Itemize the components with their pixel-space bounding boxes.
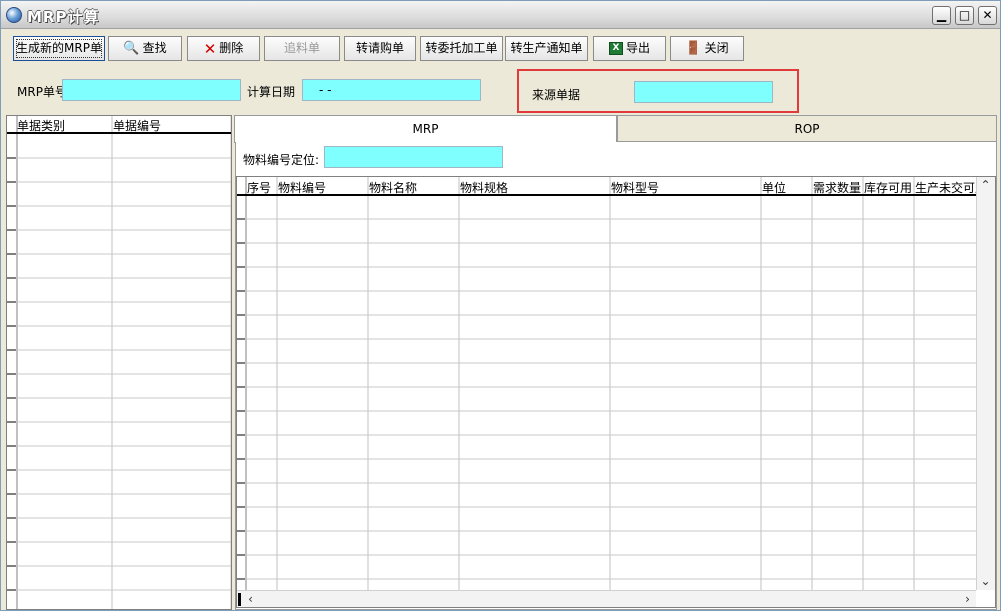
tab-rop[interactable]: ROP — [617, 115, 997, 142]
delete-label: 删除 — [219, 41, 244, 55]
vertical-scrollbar[interactable]: ⌃ ⌄ — [976, 177, 995, 590]
source-doc-field[interactable] — [634, 81, 773, 103]
to-outsourcing-order-button[interactable]: 转委托加工单 — [420, 36, 503, 61]
mrp-window: MRP计算 ▁ □ ✕ 生成新的MRP单 🔍 查找 ✕ 删除 追料单 转请购单 转委… — [0, 0, 1001, 611]
to-purchase-request-label: 转请购单 — [355, 41, 404, 55]
search-label: 查找 — [142, 41, 167, 55]
material-grid-lines — [237, 177, 995, 607]
calc-date-field[interactable]: - - — [302, 79, 481, 101]
export-label: 导出 — [625, 41, 650, 55]
column-header-doc-type[interactable]: 单据类别 — [17, 117, 65, 134]
column-header-stock-available[interactable]: 库存可用 — [864, 179, 912, 196]
close-label: 关闭 — [704, 41, 729, 55]
to-production-notice-label: 转生产通知单 — [510, 41, 583, 55]
horizontal-scrollbar[interactable]: ‹ › — [237, 590, 976, 607]
to-production-notice-button[interactable]: 转生产通知单 — [505, 36, 588, 61]
search-button[interactable]: 🔍 查找 — [108, 36, 182, 61]
column-header-production-pending[interactable]: 生产未交可用 — [915, 179, 977, 196]
scroll-down-icon[interactable]: ⌄ — [977, 573, 994, 590]
mrp-no-label: MRP单号 — [17, 85, 67, 99]
scroll-right-icon[interactable]: › — [959, 591, 976, 608]
close-window-button[interactable]: ✕ — [978, 6, 997, 25]
column-header-demand-qty[interactable]: 需求数量 — [813, 179, 861, 196]
to-outsourcing-order-label: 转委托加工单 — [425, 41, 498, 55]
app-globe-icon — [6, 7, 22, 23]
search-icon: 🔍 — [123, 40, 140, 56]
generate-mrp-label: 生成新的MRP单 — [16, 41, 102, 55]
mrp-no-field[interactable] — [62, 79, 241, 101]
maximize-button[interactable]: □ — [955, 6, 974, 25]
minimize-button[interactable]: ▁ — [932, 6, 951, 25]
generate-mrp-button[interactable]: 生成新的MRP单 — [13, 36, 105, 61]
tab-mrp[interactable]: MRP — [234, 115, 617, 143]
delete-icon: ✕ — [203, 39, 217, 58]
supplement-order-label: 追料单 — [283, 41, 320, 55]
horizontal-scroll-thumb[interactable] — [238, 593, 241, 606]
scroll-up-icon[interactable]: ⌃ — [977, 177, 994, 194]
document-grid-lines — [7, 116, 231, 609]
locate-label: 物料编号定位: — [243, 153, 320, 167]
delete-button[interactable]: ✕ 删除 — [187, 36, 260, 61]
column-header-material-spec[interactable]: 物料规格 — [460, 179, 508, 196]
window-title: MRP计算 — [27, 8, 100, 26]
title-bar[interactable]: MRP计算 ▁ □ ✕ — [1, 1, 1000, 29]
column-header-seq[interactable]: 序号 — [247, 179, 271, 196]
document-list-grid[interactable]: 单据类别 单据编号 — [6, 115, 232, 610]
column-header-unit[interactable]: 单位 — [762, 179, 786, 196]
column-header-doc-no[interactable]: 单据编号 — [113, 117, 161, 134]
column-header-material-name[interactable]: 物料名称 — [369, 179, 417, 196]
exit-icon: 🚪 — [685, 40, 702, 56]
material-locate-field[interactable] — [324, 146, 503, 168]
excel-icon: X — [608, 42, 623, 55]
to-purchase-request-button[interactable]: 转请购单 — [344, 36, 416, 61]
material-grid[interactable]: 序号 物料编号 物料名称 物料规格 物料型号 单位 需求数量 库存可用 生产未交… — [236, 176, 996, 608]
column-header-material-code[interactable]: 物料编号 — [278, 179, 326, 196]
column-header-material-model[interactable]: 物料型号 — [611, 179, 659, 196]
export-button[interactable]: X 导出 — [593, 36, 666, 61]
source-doc-label: 来源单据 — [532, 88, 581, 102]
supplement-order-button[interactable]: 追料单 — [264, 36, 340, 61]
calc-date-label: 计算日期 — [247, 85, 296, 99]
scroll-left-icon[interactable]: ‹ — [242, 591, 259, 608]
close-button[interactable]: 🚪 关闭 — [670, 36, 744, 61]
